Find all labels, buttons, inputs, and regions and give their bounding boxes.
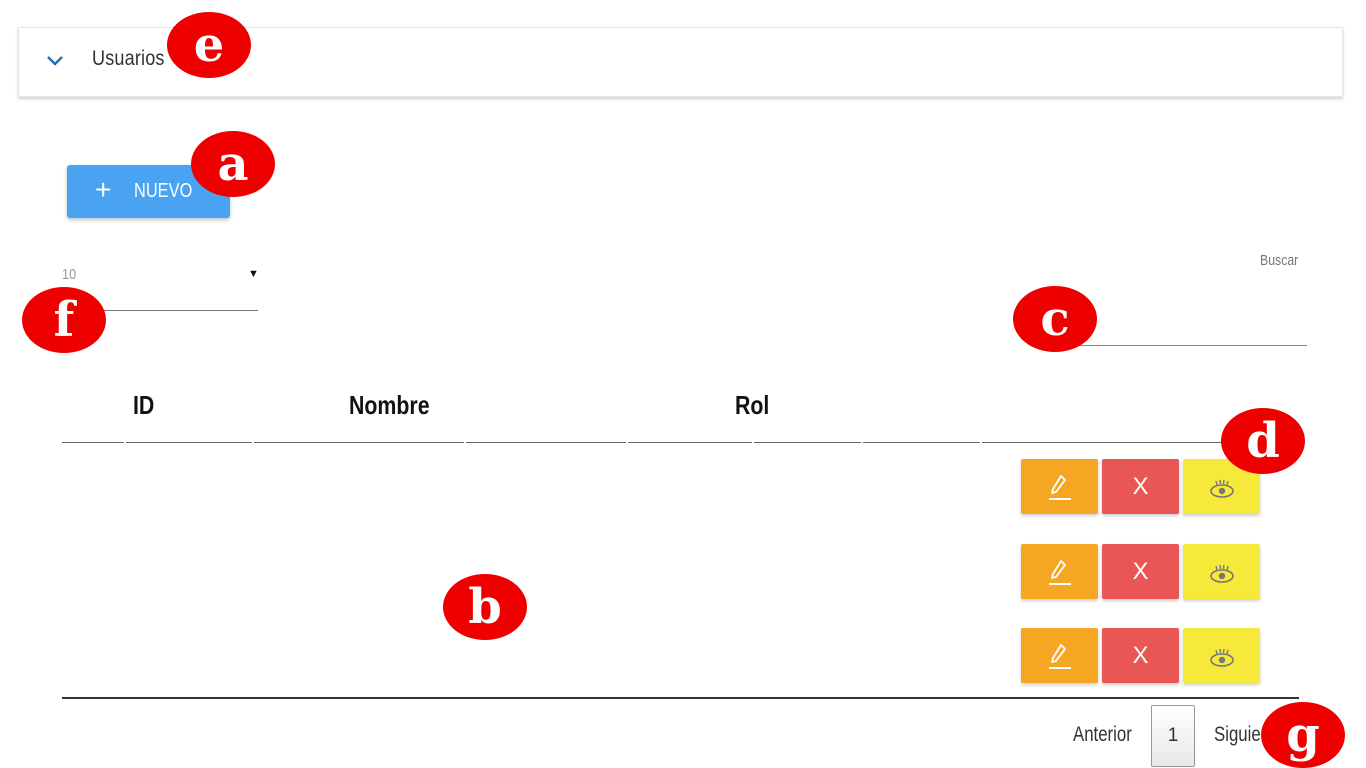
view-button[interactable]	[1183, 544, 1260, 599]
table-row: X	[62, 541, 1299, 625]
new-button-label: NUEVO	[134, 180, 193, 202]
delete-button[interactable]: X	[1102, 544, 1179, 599]
header-divider	[466, 442, 626, 443]
pagination-previous[interactable]: Anterior	[1073, 723, 1132, 747]
annotation-marker-a: a	[191, 131, 275, 197]
edit-button[interactable]	[1021, 459, 1098, 514]
search-label: Buscar	[1260, 252, 1299, 269]
view-button[interactable]	[1183, 628, 1260, 683]
pagination-page[interactable]: 1	[1151, 705, 1195, 767]
column-header-nombre[interactable]: Nombre	[349, 390, 430, 421]
column-header-id[interactable]: ID	[133, 390, 154, 421]
eye-icon	[1209, 479, 1234, 498]
column-header-rol[interactable]: Rol	[735, 390, 769, 421]
header-divider	[62, 442, 124, 443]
delete-label: X	[1132, 557, 1149, 585]
eye-icon	[1209, 564, 1234, 583]
delete-label: X	[1132, 641, 1149, 669]
header-divider	[126, 442, 252, 443]
table-bottom-border	[62, 697, 1299, 699]
edit-button[interactable]	[1021, 628, 1098, 683]
annotation-marker-g: g	[1261, 702, 1345, 768]
delete-button[interactable]: X	[1102, 628, 1179, 683]
annotation-marker-b: b	[443, 574, 527, 640]
page-length-value: 10	[62, 266, 77, 283]
annotation-marker-d: d	[1221, 408, 1305, 474]
delete-label: X	[1132, 472, 1149, 500]
delete-button[interactable]: X	[1102, 459, 1179, 514]
panel-title: Usuarios	[92, 47, 165, 70]
plus-icon: +	[95, 174, 112, 205]
header-divider	[863, 442, 980, 443]
pencil-icon	[1048, 643, 1071, 669]
header-divider	[628, 442, 752, 443]
table-row: X	[62, 457, 1299, 541]
eye-icon	[1209, 648, 1234, 667]
header-divider	[254, 442, 464, 443]
annotation-marker-f: f	[22, 287, 106, 353]
edit-button[interactable]	[1021, 544, 1098, 599]
dropdown-arrow-icon: ▼	[248, 268, 259, 280]
pencil-icon	[1048, 559, 1071, 585]
search-input[interactable]	[1060, 310, 1307, 346]
chevron-down-icon[interactable]	[44, 50, 66, 72]
annotation-marker-c: c	[1013, 286, 1097, 352]
annotation-marker-e: e	[167, 12, 251, 78]
pencil-icon	[1048, 474, 1071, 500]
header-divider	[754, 442, 861, 443]
